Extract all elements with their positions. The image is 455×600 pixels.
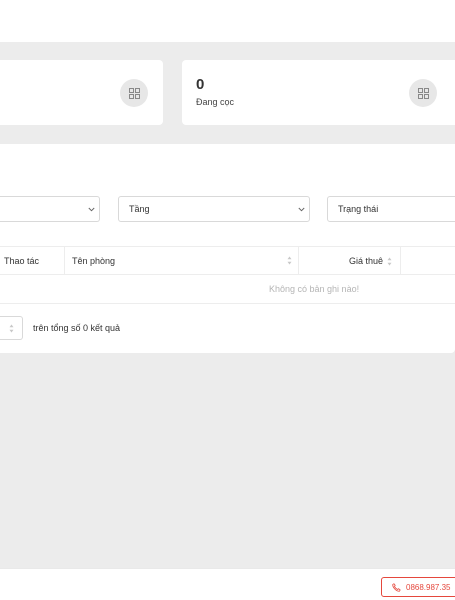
- stat-value-deposit: 0: [196, 76, 205, 93]
- stat-label-deposit: Đang cọc: [196, 97, 235, 107]
- stat-card-left: [0, 60, 163, 125]
- column-divider: [400, 247, 401, 275]
- column-divider: [64, 247, 65, 275]
- stat-card-deposit: 0 Đang cọc: [182, 60, 455, 125]
- column-header-rent-price-label: Giá thuê: [349, 256, 384, 266]
- pagination-summary: trên tổng số 0 kết quả: [33, 323, 121, 333]
- page-size-select[interactable]: [0, 316, 23, 340]
- chevron-down-icon: [293, 207, 309, 212]
- empty-message: Không có bản ghi nào!: [269, 284, 360, 294]
- top-header-bar: [0, 0, 455, 42]
- column-divider: [298, 247, 299, 275]
- phone-icon: [392, 582, 401, 592]
- filter-select-first[interactable]: [0, 196, 100, 222]
- sort-icon: [386, 257, 392, 266]
- filter-select-status[interactable]: Trạng thái: [327, 196, 455, 222]
- rooms-panel: Tầng Trạng thái Thao tác Tên phòng Giá t…: [0, 144, 455, 353]
- table-empty-row: Không có bản ghi nào!: [0, 275, 455, 304]
- table-header: Thao tác Tên phòng Giá thuê: [0, 246, 455, 275]
- filter-select-status-value: Trạng thái: [338, 204, 379, 214]
- call-phone-button[interactable]: 0868.987.35: [381, 577, 455, 597]
- column-header-room-name[interactable]: Tên phòng: [72, 247, 115, 275]
- footer-bar: 0868.987.35: [0, 568, 455, 600]
- pagination: trên tổng số 0 kết quả: [0, 316, 120, 340]
- sort-icon[interactable]: [287, 256, 292, 267]
- column-header-rent-price[interactable]: Giá thuê: [349, 247, 392, 275]
- phone-number: 0868.987.35: [406, 582, 451, 592]
- grid-icon: [409, 79, 437, 107]
- column-header-room-name-label: Tên phòng: [72, 256, 116, 266]
- sort-icon: [9, 324, 13, 332]
- filter-select-floor[interactable]: Tầng: [118, 196, 310, 222]
- column-header-actions: Thao tác: [4, 247, 39, 275]
- chevron-down-icon: [83, 207, 99, 212]
- column-header-actions-label: Thao tác: [4, 256, 40, 266]
- filter-select-floor-value: Tầng: [129, 204, 150, 214]
- grid-icon: [120, 79, 148, 107]
